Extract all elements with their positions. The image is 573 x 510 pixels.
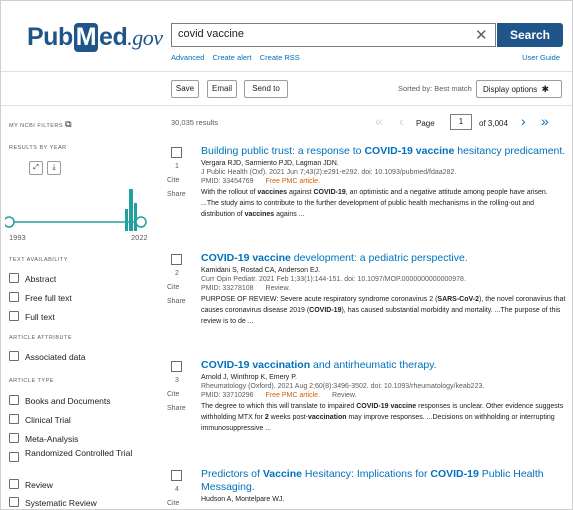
result-number: 2 <box>175 270 179 277</box>
year-bar <box>134 203 137 231</box>
result-snippet: With the rollout of vaccines against COV… <box>201 189 548 218</box>
books-documents-label[interactable]: Books and Documents <box>25 396 111 406</box>
year-start-label: 1993 <box>9 233 26 242</box>
result-snippet: The degree to which this will translate … <box>201 403 564 432</box>
free-full-text-checkbox[interactable] <box>9 292 19 302</box>
meta-analysis-label[interactable]: Meta-Analysis <box>25 434 78 444</box>
expand-icon[interactable]: ⤢ <box>29 161 43 175</box>
result-authors: Kamidani S, Rostad CA, Anderson EJ. <box>201 267 321 274</box>
share-button[interactable]: Share <box>167 191 186 198</box>
abstract-checkbox[interactable] <box>9 273 19 283</box>
result-authors: Hudson A, Montelpare WJ. <box>201 496 285 503</box>
share-button[interactable]: Share <box>167 405 186 412</box>
cite-button[interactable]: Cite <box>167 391 179 398</box>
prev-page-icon[interactable]: ‹ <box>399 113 404 129</box>
result-snippet: PURPOSE OF REVIEW: Severe acute respirat… <box>201 296 566 325</box>
create-alert-link[interactable]: Create alert <box>212 53 251 62</box>
result-checkbox[interactable] <box>171 147 182 158</box>
results-by-year-heading: RESULTS BY YEAR <box>9 145 67 151</box>
page-number-input[interactable]: 1 <box>450 114 472 130</box>
result-checkbox[interactable] <box>171 470 182 481</box>
clinical-trial-label[interactable]: Clinical Trial <box>25 415 71 425</box>
result-citation: Curr Opin Pediatr. 2021 Feb 1;33(1):144-… <box>201 276 466 283</box>
article-type-heading: ARTICLE TYPE <box>9 378 54 384</box>
review-badge: Review. <box>332 392 357 399</box>
clear-search-icon[interactable]: ✕ <box>475 26 488 44</box>
year-range-end-handle <box>135 216 147 228</box>
year-bar <box>129 189 133 231</box>
user-guide-link[interactable]: User Guide <box>522 53 560 62</box>
full-text-label[interactable]: Full text <box>25 312 55 322</box>
result-checkbox[interactable] <box>171 254 182 265</box>
result-title[interactable]: COVID-19 vaccine development: a pediatri… <box>201 252 567 265</box>
result-number: 4 <box>175 486 179 493</box>
share-button[interactable]: Share <box>167 298 186 305</box>
review-checkbox[interactable] <box>9 479 19 489</box>
result-number: 1 <box>175 163 179 170</box>
result-authors: Vergara RJD, Sarmiento PJD, Lagman JDN. <box>201 160 339 167</box>
free-pmc-badge: Free PMC article. <box>265 178 321 185</box>
free-pmc-badge: Free PMC article. <box>265 392 321 399</box>
results-by-year-histogram[interactable] <box>5 179 151 235</box>
search-input[interactable]: covid vaccine <box>171 23 496 47</box>
divider <box>1 71 572 72</box>
cite-button[interactable]: Cite <box>167 177 179 184</box>
systematic-review-checkbox[interactable] <box>9 497 19 507</box>
gear-icon: ✱ <box>541 84 550 94</box>
results-count: 30,035 results <box>171 118 219 127</box>
result-number: 3 <box>175 377 179 384</box>
result-authors: Arnold J, Winthrop K, Emery P. <box>201 374 297 381</box>
result-pmid: PMID: 33710296 Free PMC article. Review. <box>201 392 357 399</box>
text-availability-heading: TEXT AVAILABILITY <box>9 257 68 263</box>
email-button[interactable]: Email <box>207 80 237 98</box>
total-pages: of 3,004 <box>479 119 508 128</box>
my-ncbi-filters-heading[interactable]: MY NCBI FILTERS ⧉ <box>9 119 72 130</box>
display-options-button[interactable]: Display options ✱ <box>476 80 562 98</box>
result-pmid: PMID: 33278108 Review. <box>201 285 291 292</box>
meta-analysis-checkbox[interactable] <box>9 433 19 443</box>
rct-label[interactable]: Randomized Controlled Trial <box>25 448 135 459</box>
result-title[interactable]: Building public trust: a response to COV… <box>201 145 567 158</box>
external-link-icon: ⧉ <box>65 119 73 129</box>
save-button[interactable]: Save <box>171 80 199 98</box>
systematic-review-label[interactable]: Systematic Review <box>25 498 97 508</box>
year-bar <box>125 209 128 231</box>
result-title[interactable]: Predictors of Vaccine Hesitancy: Implica… <box>201 468 567 494</box>
divider <box>1 105 572 106</box>
clinical-trial-checkbox[interactable] <box>9 414 19 424</box>
full-text-checkbox[interactable] <box>9 311 19 321</box>
last-page-icon[interactable]: » <box>541 113 549 129</box>
result-title[interactable]: COVID-19 vaccination and antirheumatic t… <box>201 359 567 372</box>
free-full-text-label[interactable]: Free full text <box>25 293 72 303</box>
review-badge: Review. <box>265 285 291 292</box>
advanced-link[interactable]: Advanced <box>171 53 204 62</box>
next-page-icon[interactable]: › <box>521 113 526 129</box>
associated-data-checkbox[interactable] <box>9 351 19 361</box>
search-links: Advanced Create alert Create RSS <box>171 53 306 62</box>
cite-button[interactable]: Cite <box>167 284 179 291</box>
cite-button[interactable]: Cite <box>167 500 179 507</box>
create-rss-link[interactable]: Create RSS <box>260 53 300 62</box>
first-page-icon[interactable]: « <box>375 113 383 129</box>
result-citation: J Public Health (Oxf). 2021 Jun 7;43(2):… <box>201 169 457 176</box>
associated-data-label[interactable]: Associated data <box>25 352 85 362</box>
rct-checkbox[interactable] <box>9 452 19 462</box>
pubmed-page: Pub Med.gov covid vaccine ✕ Search Advanc… <box>0 0 573 510</box>
page-label: Page <box>416 119 435 128</box>
result-citation: Rheumatology (Oxford). 2021 Aug 2;60(8):… <box>201 383 485 390</box>
abstract-label[interactable]: Abstract <box>25 274 56 284</box>
year-end-label: 2022 <box>131 233 148 242</box>
result-pmid: PMID: 33454769 Free PMC article. <box>201 178 321 185</box>
result-checkbox[interactable] <box>171 361 182 372</box>
download-icon[interactable]: ⤓ <box>47 161 61 175</box>
article-attribute-heading: ARTICLE ATTRIBUTE <box>9 335 73 341</box>
sort-label[interactable]: Sorted by: Best match <box>398 84 472 93</box>
year-range-start-handle <box>5 216 15 228</box>
search-button[interactable]: Search <box>497 23 563 47</box>
review-label[interactable]: Review <box>25 480 53 490</box>
books-documents-checkbox[interactable] <box>9 395 19 405</box>
pubmed-logo[interactable]: Pub Med.gov <box>27 23 163 52</box>
send-to-button[interactable]: Send to <box>244 80 288 98</box>
